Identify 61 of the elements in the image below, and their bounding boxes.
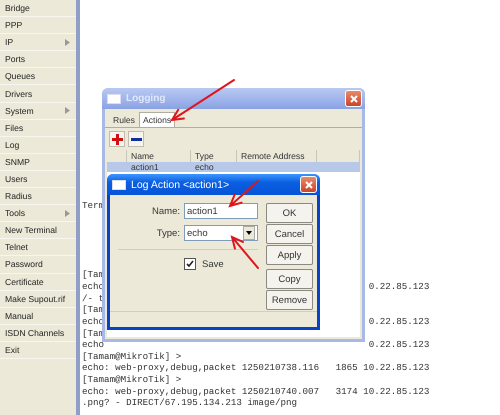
dropdown-button[interactable] [243,226,255,240]
field-label: Type: [156,228,180,238]
menu-item[interactable]: Bridge [0,0,76,18]
menu-item[interactable]: Certificate [0,274,76,291]
close-icon [348,94,358,104]
close-button[interactable] [345,90,362,107]
menu-item[interactable]: Queues [0,68,76,86]
dialog-button[interactable]: Copy [266,269,313,289]
annotation-arrow [228,180,259,208]
annotation-arrow [170,79,235,122]
menu-item[interactable]: Users [0,170,76,188]
menu-item[interactable]: Manual [0,308,76,325]
menu-item[interactable]: New Terminal [0,222,76,240]
close-button[interactable] [300,176,317,193]
window-icon [112,180,126,190]
menu-item[interactable]: Log [0,136,76,154]
window-icon [107,94,121,104]
menu-item[interactable]: Password [0,256,76,274]
menu-item[interactable]: Telnet [0,239,76,256]
close-icon [304,180,314,190]
window-title: Logging [126,93,166,104]
terminal-text: [Tamam@MikroTik] > [82,350,182,362]
add-button[interactable] [109,131,125,147]
menu-item[interactable]: Files [0,120,76,137]
terminal-text: echo: web-proxy,debug,packet 1250210738.116 1865 10.22.85.123 [82,362,430,374]
terminal-text: 0.22.85.123 [368,280,430,293]
dialog-button[interactable]: Remove [266,290,313,310]
tab[interactable]: Actions [138,112,176,127]
check-icon [186,260,194,268]
type-dropdown[interactable]: echo [184,225,258,241]
terminal-text: echo: web-proxy,debug,packet 1250210740.007 3174 10.22.85.123 [82,386,430,398]
menu-item[interactable]: Tools [0,205,76,222]
menu-item[interactable]: Exit [0,342,76,359]
terminal-text: .png? - DIRECT/67.195.134.213 image/png [82,397,298,409]
table-row[interactable]: action1 echo [107,162,360,172]
dialog-button[interactable]: OK [266,203,313,223]
menu-item[interactable]: System [0,102,76,120]
menu-item[interactable]: Radius [0,188,76,206]
terminal-text: echo [82,339,106,351]
save-checkbox[interactable] [184,258,196,270]
checkbox-label: Save [202,258,224,270]
menu-item[interactable]: SNMP [0,154,76,171]
menu-item[interactable]: IP [0,34,76,52]
remove-button[interactable] [128,131,144,147]
dialog-button[interactable]: Apply [266,245,313,265]
window-title: Log Action <action1> [131,178,230,190]
terminal-text: 0.22.85.123 [368,339,430,351]
menu-item[interactable]: ISDN Channels [0,324,76,342]
terminal-text: 0.22.85.123 [368,316,430,328]
caret-icon [246,231,252,235]
menu-item[interactable]: PPP [0,17,76,34]
dialog-button[interactable]: Cancel [266,224,313,244]
name-field[interactable]: action1 [184,203,258,219]
field-label: Name: [151,206,180,216]
menu-item[interactable]: Drivers [0,85,76,103]
menu-item[interactable]: Make Supout.rif [0,290,76,308]
annotation-arrow [230,235,259,269]
menu-item[interactable]: Ports [0,51,76,68]
terminal-text: [Tamam@MikroTik] > [82,374,182,386]
plus-icon [112,134,122,144]
tab[interactable]: Rules [109,112,139,127]
